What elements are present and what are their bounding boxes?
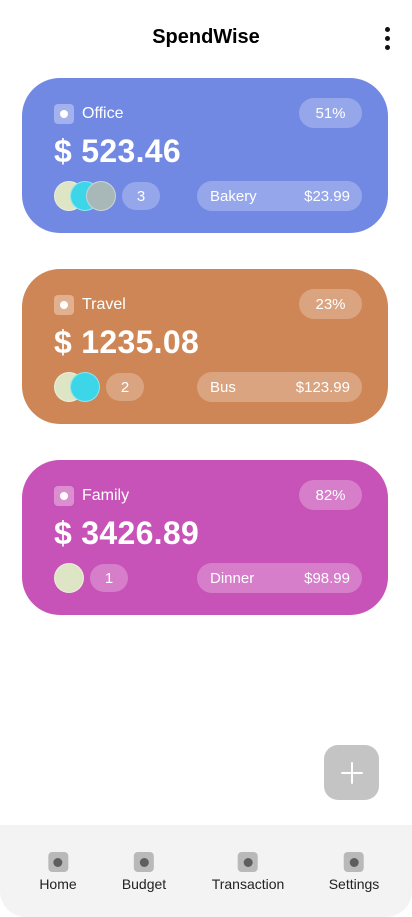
category-icon — [54, 104, 74, 124]
members-group: 3 — [54, 181, 160, 211]
avatar — [86, 181, 116, 211]
nav-label: Transaction — [211, 876, 285, 892]
budget-amount: $ 1235.08 — [54, 324, 200, 360]
card-header: Travel — [54, 295, 126, 315]
card-header: Office — [54, 104, 124, 124]
member-count-badge: 3 — [122, 182, 160, 210]
settings-icon — [344, 852, 364, 872]
category-icon — [54, 486, 74, 506]
budget-amount: $ 523.46 — [54, 133, 181, 169]
members-group: 2 — [54, 372, 144, 402]
nav-item-budget[interactable]: Budget — [122, 852, 166, 892]
last-transaction-chip: Dinner $98.99 — [197, 563, 362, 593]
member-count-badge: 2 — [106, 373, 144, 401]
card-header: Family — [54, 486, 129, 506]
avatar — [70, 372, 100, 402]
percent-badge: 23% — [299, 289, 362, 319]
budget-amount: $ 3426.89 — [54, 515, 200, 551]
member-count-badge: 1 — [90, 564, 128, 592]
nav-label: Home — [39, 876, 77, 892]
transaction-label: Bakery — [210, 187, 257, 205]
avatar — [54, 563, 84, 593]
members-group: 1 — [54, 563, 128, 593]
transaction-icon — [238, 852, 258, 872]
nav-item-transaction[interactable]: Transaction — [211, 852, 285, 892]
budget-name: Travel — [82, 296, 126, 313]
transaction-label: Dinner — [210, 569, 255, 587]
last-transaction-chip: Bakery $23.99 — [197, 181, 362, 211]
nav-label: Settings — [328, 876, 380, 892]
bottom-navigation: Home Budget Transaction Settings — [0, 825, 412, 917]
more-vert-icon[interactable] — [374, 24, 400, 52]
plus-icon — [340, 761, 363, 784]
app-bar: SpendWise — [0, 0, 412, 74]
budget-name: Office — [82, 105, 124, 122]
transaction-amount: $123.99 — [295, 378, 350, 396]
budget-name: Family — [82, 487, 130, 504]
percent-badge: 82% — [299, 480, 362, 510]
home-icon — [47, 852, 68, 872]
transaction-label: Bus — [210, 378, 236, 396]
budget-card-office[interactable]: Office 51% $ 523.46 3 Bakery $23.99 — [22, 78, 388, 233]
nav-item-settings[interactable]: Settings — [328, 852, 380, 892]
nav-item-home[interactable]: Home — [39, 852, 77, 892]
last-transaction-chip: Bus $123.99 — [197, 372, 362, 402]
budget-icon — [134, 852, 154, 872]
app-title: SpendWise — [152, 26, 260, 48]
percent-badge: 51% — [299, 98, 362, 128]
add-budget-button[interactable] — [324, 745, 379, 800]
transaction-amount: $98.99 — [304, 569, 350, 587]
budget-card-family[interactable]: Family 82% $ 3426.89 1 Dinner $98.99 — [22, 460, 388, 615]
category-icon — [54, 295, 74, 315]
nav-label: Budget — [121, 876, 167, 892]
transaction-amount: $23.99 — [304, 187, 350, 205]
budget-card-travel[interactable]: Travel 23% $ 1235.08 2 Bus $123.99 — [22, 269, 388, 424]
